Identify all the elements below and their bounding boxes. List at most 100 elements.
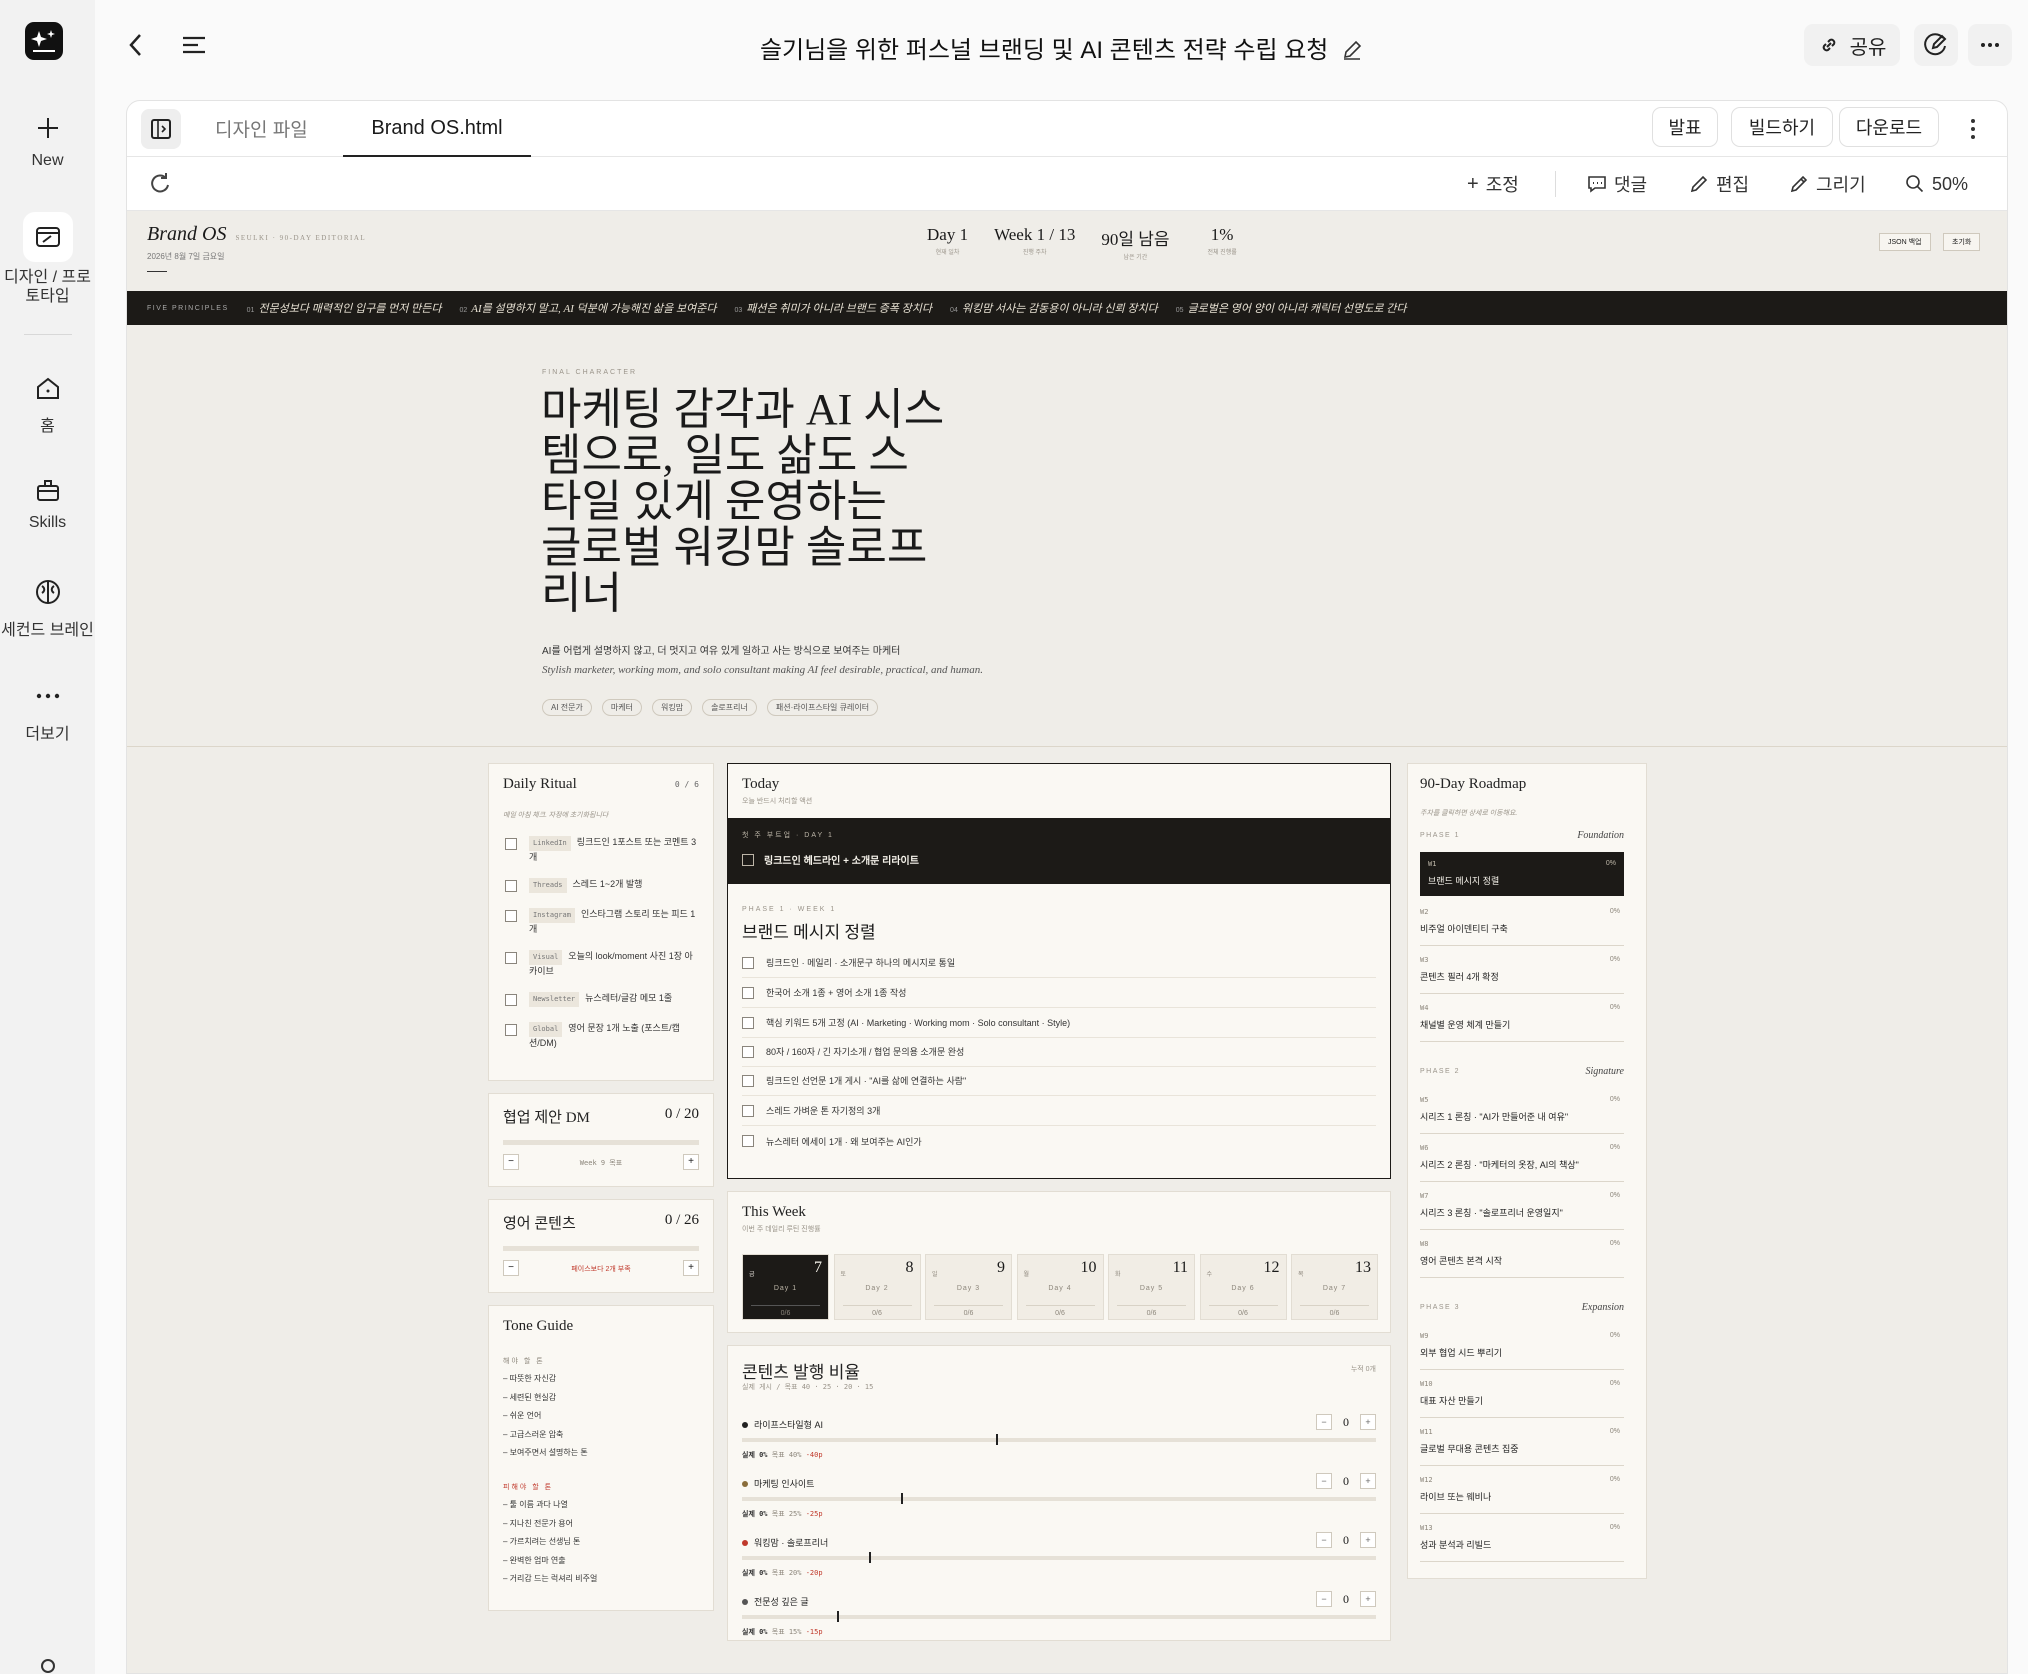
decrement-button[interactable]: − [1316,1414,1332,1430]
ritual-item[interactable]: Global 영어 문장 1개 노출 (포스트/캡션/DM) [505,1022,701,1050]
panel-toggle-button[interactable] [141,109,181,149]
task-item[interactable]: 뉴스레터 에세이 1개 · 왜 보여주는 AI인가 [742,1126,1376,1156]
increment-button[interactable]: + [1360,1591,1376,1607]
roadmap-week-item[interactable]: W1 0% 브랜드 메시지 정렬 [1420,852,1624,896]
increment-button[interactable]: + [1360,1473,1376,1489]
checkbox[interactable] [742,853,754,866]
collab-dm-card: 협업 제안 DM 0 / 20 − Week 9 목표 + [488,1093,714,1187]
ritual-item[interactable]: LinkedIn 링크드인 1포스트 또는 코멘트 3개 [505,836,701,864]
checkbox[interactable] [505,838,517,850]
tab-design-files[interactable]: 디자인 파일 [215,115,308,142]
new-button[interactable]: New [0,112,95,170]
task-item[interactable]: 80자 / 160자 / 긴 자기소개 / 협업 문의용 소개문 완성 [742,1037,1376,1067]
json-backup-button[interactable]: JSON 백업 [1879,233,1931,251]
decrement-button[interactable]: − [1316,1532,1332,1548]
checkbox[interactable] [505,880,517,892]
day-cell[interactable]: 화 11 Day 5 0/6 [1108,1254,1195,1320]
phase-label: PHASE 1 · WEEK 1 [742,906,837,913]
more-vertical-icon[interactable] [1963,115,1983,143]
task-item[interactable]: 핵심 키워드 5개 고정 (AI · Marketing · Working m… [742,1008,1376,1038]
task-item[interactable]: 링크드인 선언문 1개 게시 · "AI를 삶에 연결하는 사람" [742,1066,1376,1096]
checkbox[interactable] [742,956,754,969]
roadmap-week-item[interactable]: W8 0% 영어 콘텐츠 본격 시작 [1420,1232,1624,1278]
roadmap-week-item[interactable]: W12 0% 라이브 또는 웨비나 [1420,1468,1624,1514]
checkbox[interactable] [742,1016,754,1029]
decrement-button[interactable]: − [1316,1591,1332,1607]
home-nav[interactable]: 홈 [0,372,95,436]
collab-dm-title: 협업 제안 DM [503,1110,590,1126]
present-button[interactable]: 발표 [1652,107,1718,147]
download-button[interactable]: 다운로드 [1839,107,1939,147]
decrement-button[interactable]: − [503,1260,519,1276]
draw-tool[interactable]: 그리기 [1789,169,1866,199]
checkbox[interactable] [742,1074,754,1087]
checkbox[interactable] [505,910,517,922]
build-button[interactable]: 빌드하기 [1731,107,1833,147]
checkbox[interactable] [742,1104,754,1117]
roadmap-week-item[interactable]: W13 0% 성과 분석과 리빌드 [1420,1516,1624,1562]
top-bar: 슬기님을 위한 퍼스널 브랜딩 및 AI 콘텐츠 전략 수립 요청 공유 [95,0,2028,90]
ritual-text: 뉴스레터/글감 메모 1줄 [585,993,673,1003]
pencil-icon[interactable] [1341,39,1363,61]
design-prototype-nav[interactable]: 디자인 / 프로 토타입 [0,212,95,306]
hero-tag: 패션·라이프스타일 큐레이터 [766,699,879,716]
reset-button[interactable]: 초기화 [1943,233,1981,251]
checkbox[interactable] [505,994,517,1006]
ritual-item[interactable]: Newsletter 뉴스레터/글감 메모 1줄 [505,992,701,1007]
day-cell[interactable]: 수 12 Day 6 0/6 [1199,1254,1287,1320]
channel-tag: LinkedIn [529,836,571,851]
refresh-icon[interactable] [149,171,171,195]
tab-brand-os[interactable]: Brand OS.html [343,101,531,157]
roadmap-week-item[interactable]: W6 0% 시리즈 2 론칭 · "마케터의 옷장, AI의 책상" [1420,1136,1624,1182]
day-cell[interactable]: 금 7 Day 1 0/6 [742,1254,829,1320]
toolbar: + 조정 댓글 편집 그리기 50% [127,157,2007,211]
increment-button[interactable]: + [1360,1414,1376,1430]
zoom-control[interactable]: 50% [1905,169,1968,199]
edit-tool[interactable]: 편집 [1689,169,1749,199]
new-chat-button[interactable] [1914,24,1958,66]
roadmap-week-item[interactable]: W4 0% 채널별 운영 체계 만들기 [1420,996,1624,1042]
ritual-item[interactable]: Threads 스레드 1~2개 발행 [505,878,701,893]
checkbox[interactable] [505,952,517,964]
day-cell[interactable]: 토 8 Day 2 0/6 [833,1254,921,1320]
more-nav[interactable]: 더보기 [0,680,95,744]
user-icon[interactable] [36,1656,60,1674]
checkbox[interactable] [742,1135,754,1147]
task-item[interactable]: 스레드 가벼운 톤 자기정의 3개 [742,1096,1376,1126]
ritual-item[interactable]: Instagram 인스타그램 스토리 또는 피드 1개 [505,908,701,936]
skills-nav[interactable]: Skills [0,474,95,532]
stat-value: 1% [1210,225,1234,244]
checkbox[interactable] [505,1024,517,1036]
roadmap-week-item[interactable]: W5 0% 시리즈 1 론칭 · "AI가 만들어준 내 여유" [1420,1088,1624,1134]
task-item[interactable]: 한국어 소개 1종 + 영어 소개 1종 작성 [742,978,1376,1008]
checkbox[interactable] [742,1045,754,1058]
left-rail: New 디자인 / 프로 토타입 홈 Skills 세컨드 브레인 더보기 [0,0,95,1674]
comment-tool[interactable]: 댓글 [1587,169,1647,199]
roadmap-week-item[interactable]: W3 0% 콘텐츠 필러 4개 확정 [1420,948,1624,994]
share-button[interactable]: 공유 [1804,24,1900,66]
second-brain-nav[interactable]: 세컨드 브레인 [0,576,95,640]
decrement-button[interactable]: − [503,1154,519,1170]
decrement-button[interactable]: − [1316,1473,1332,1489]
day-cell[interactable]: 월 10 Day 4 0/6 [1016,1254,1104,1320]
task-item[interactable]: 링크드인 · 메일리 · 소개문구 하나의 메시지로 통일 [742,948,1376,978]
channel-tag: Threads [529,878,567,893]
increment-button[interactable]: + [683,1260,699,1276]
increment-button[interactable]: + [1360,1532,1376,1548]
more-options-button[interactable] [1968,24,2012,66]
roadmap-week-item[interactable]: W10 0% 대표 자산 만들기 [1420,1372,1624,1418]
roadmap-week-item[interactable]: W9 0% 외부 협업 시드 뿌리기 [1420,1324,1624,1370]
day-cell[interactable]: 일 9 Day 3 0/6 [925,1254,1012,1320]
adjust-tool[interactable]: + 조정 [1467,169,1519,199]
ratio-track [742,1556,1376,1560]
ritual-item[interactable]: Visual 오늘의 look/moment 사진 1장 아카이브 [505,950,701,978]
focus-task[interactable]: 링크드인 헤드라인 + 소개문 리라이트 [742,852,919,867]
day-cell[interactable]: 목 13 Day 7 0/6 [1291,1254,1378,1320]
app-logo[interactable] [25,22,63,60]
document-title[interactable]: 슬기님을 위한 퍼스널 브랜딩 및 AI 콘텐츠 전략 수립 요청 [760,37,1328,64]
roadmap-week-item[interactable]: W11 0% 글로벌 무대용 콘텐츠 집중 [1420,1420,1624,1466]
increment-button[interactable]: + [683,1154,699,1170]
roadmap-week-item[interactable]: W2 0% 비주얼 아이덴티티 구축 [1420,900,1624,946]
checkbox[interactable] [742,986,754,999]
roadmap-week-item[interactable]: W7 0% 시리즈 3 론칭 · "솔로프리너 운영일지" [1420,1184,1624,1230]
